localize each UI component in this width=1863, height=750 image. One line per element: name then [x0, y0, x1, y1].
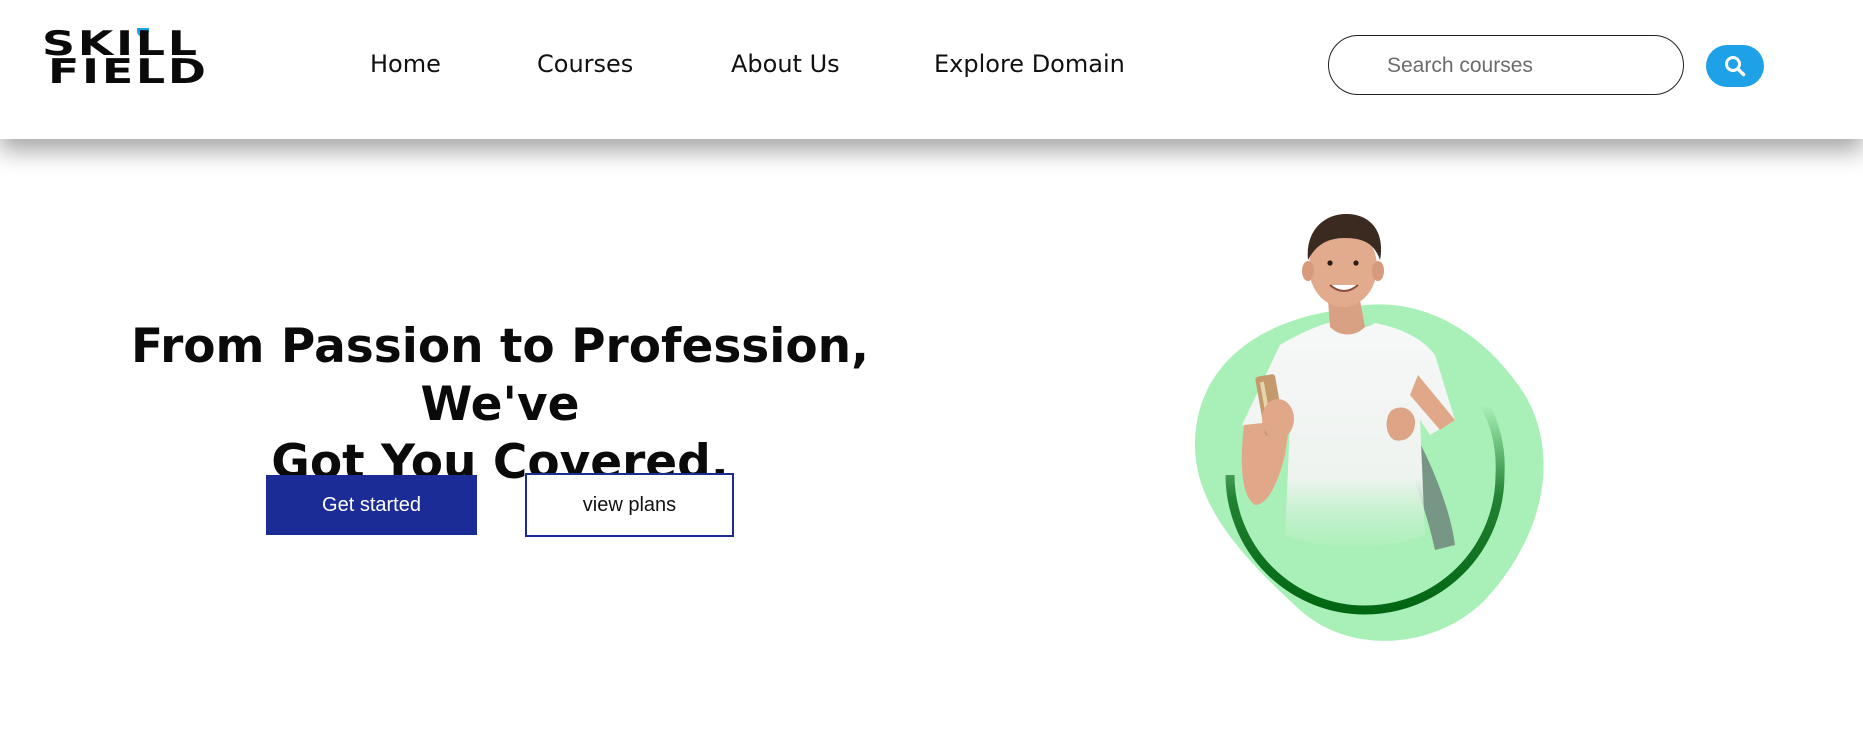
search-button[interactable]	[1706, 45, 1764, 87]
nav-item-home[interactable]: Home	[370, 50, 441, 78]
hero-title: From Passion to Profession, We've Got Yo…	[60, 318, 940, 492]
nav-item-about-us[interactable]: About Us	[731, 50, 840, 78]
nav-item-explore-domain[interactable]: Explore Domain	[934, 50, 1125, 78]
logo[interactable]: SKILL FIELD	[42, 27, 222, 94]
landing-page: SKILL FIELD Home Courses About Us Explor…	[0, 0, 1863, 750]
view-plans-button[interactable]: view plans	[525, 473, 734, 537]
logo-line-2: FIELD	[48, 52, 209, 92]
get-started-button[interactable]: Get started	[266, 475, 477, 535]
student-with-backpack-illustration	[1195, 213, 1544, 641]
nav-item-courses[interactable]: Courses	[537, 50, 633, 78]
site-header: SKILL FIELD Home Courses About Us Explor…	[0, 0, 1863, 139]
hero-illustration	[1180, 205, 1580, 665]
search-box	[1328, 35, 1684, 95]
search-icon	[1725, 56, 1746, 77]
search-input[interactable]	[1385, 50, 1669, 82]
hero-title-line-1: From Passion to Profession, We've	[130, 319, 869, 432]
